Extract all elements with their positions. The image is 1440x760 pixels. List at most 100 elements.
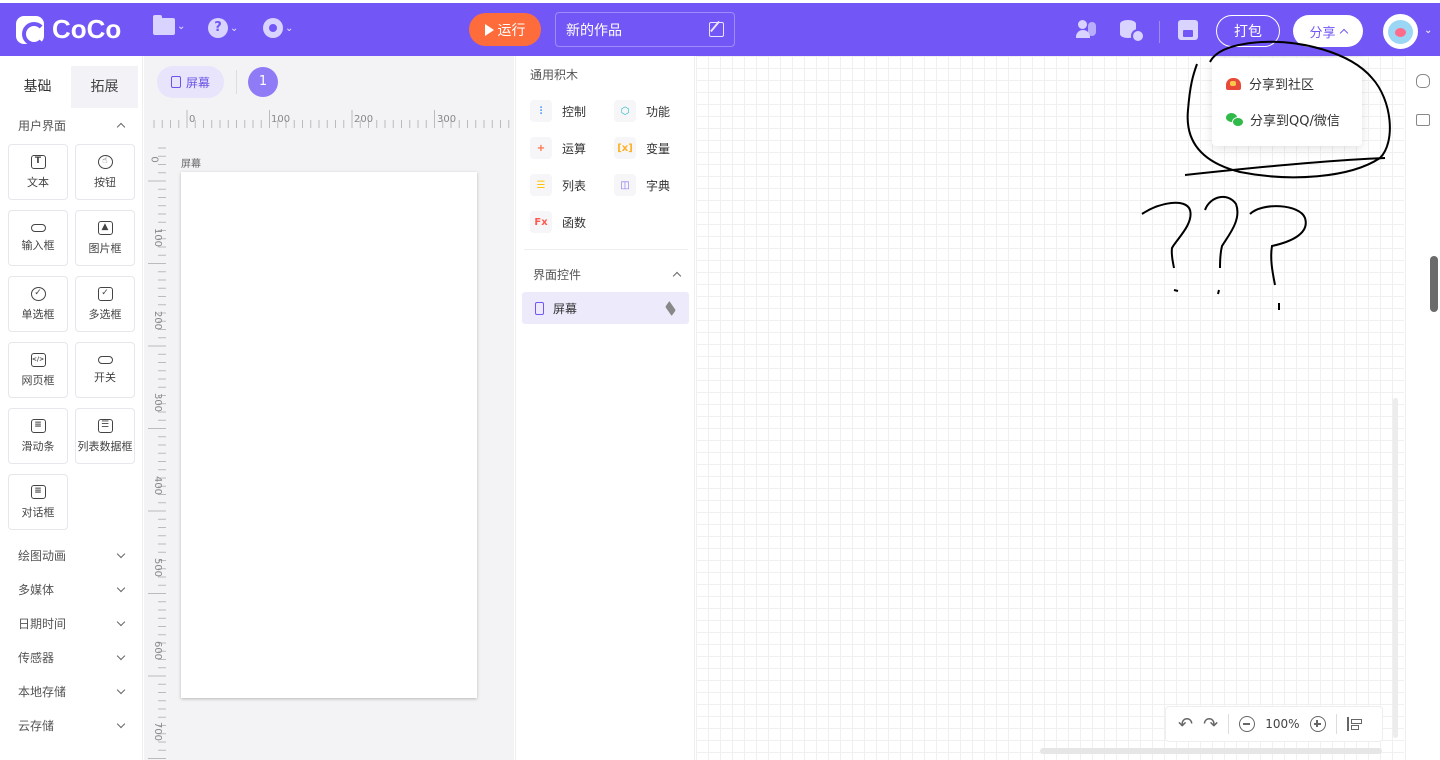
category-datetime[interactable]: 日期时间 xyxy=(0,606,142,640)
project-title: 新的作品 xyxy=(566,22,622,39)
section-ui-header[interactable]: 用户界面 xyxy=(0,108,142,142)
component-checkbox[interactable]: ✓ 多选框 xyxy=(75,276,135,332)
component-input[interactable]: 输入框 xyxy=(8,210,68,266)
ruler-v-label: 300 xyxy=(152,392,164,413)
component-webview[interactable]: </> 网页框 xyxy=(8,342,68,398)
component-image[interactable]: ▲ 图片框 xyxy=(75,210,135,266)
component-text[interactable]: T 文本 xyxy=(8,144,68,200)
block-workspace[interactable] xyxy=(696,56,1404,760)
logo-text: CoCo xyxy=(52,14,122,44)
image-icon: ▲ xyxy=(97,220,113,235)
dict-icon: ◫ xyxy=(614,174,636,196)
category-local-storage[interactable]: 本地存储 xyxy=(0,674,142,708)
share-to-community[interactable]: 分享到社区 xyxy=(1226,74,1314,93)
phone-screen[interactable] xyxy=(181,172,477,698)
component-label: 按钮 xyxy=(94,175,116,189)
save-icon[interactable] xyxy=(1178,20,1200,40)
edit-icon[interactable] xyxy=(709,22,724,37)
block-category-dict[interactable]: ◫ 字典 xyxy=(614,174,670,196)
block-category-operator[interactable]: + 运算 xyxy=(530,137,586,159)
category-drawing[interactable]: 绘图动画 xyxy=(0,538,142,572)
block-category-list[interactable]: ☰ 列表 xyxy=(530,174,586,196)
file-menu-button[interactable]: ⌄ xyxy=(153,15,185,35)
align-icon[interactable] xyxy=(1346,717,1362,731)
avatar[interactable] xyxy=(1383,14,1418,49)
control-screen-item[interactable]: 屏幕 xyxy=(522,292,689,324)
design-canvas: 屏幕 1 0 100 200 300 0 100 200 300 400 500… xyxy=(144,56,514,760)
divider xyxy=(524,249,688,250)
block-label: 列表 xyxy=(562,178,587,193)
slider-icon: ≡ xyxy=(30,418,46,433)
component-label: 文本 xyxy=(27,175,49,189)
category-sensors[interactable]: 传感器 xyxy=(0,640,142,674)
component-switch[interactable]: 开关 xyxy=(75,342,135,398)
help-menu-button[interactable]: ? ⌄ xyxy=(208,18,238,38)
ruler-v-label: 700 xyxy=(152,721,164,742)
divider xyxy=(1228,714,1230,734)
divider xyxy=(236,70,237,94)
settings-menu-button[interactable]: ⌄ xyxy=(263,18,293,38)
ui-controls-header[interactable]: 界面控件 xyxy=(533,266,682,283)
component-button[interactable]: ☝ 按钮 xyxy=(75,144,135,200)
ruler-v-label: 0 xyxy=(148,156,160,163)
share-to-qq-wechat[interactable]: 分享到QQ/微信 xyxy=(1226,110,1340,129)
pack-button[interactable]: 打包 xyxy=(1216,15,1280,47)
category-cloud-storage[interactable]: 云存储 xyxy=(0,708,142,742)
share-button[interactable]: 分享 xyxy=(1293,15,1363,47)
category-media[interactable]: 多媒体 xyxy=(0,572,142,606)
horizontal-scrollbar[interactable] xyxy=(1040,748,1382,754)
logo[interactable]: CoCo xyxy=(16,14,122,46)
share-item-label: 分享到社区 xyxy=(1249,78,1315,93)
ruler-v-label: 400 xyxy=(152,475,164,496)
block-category-fx[interactable]: Fx 函数 xyxy=(530,211,586,233)
chevron-down-icon xyxy=(116,685,126,694)
component-list-data[interactable]: ☰ 列表数据框 xyxy=(75,408,135,464)
coco-logo-icon xyxy=(16,15,46,46)
project-title-field[interactable]: 新的作品 xyxy=(555,12,735,47)
component-radio[interactable]: ✓ 单选框 xyxy=(8,276,68,332)
component-label: 开关 xyxy=(94,370,116,384)
ruler-h-label: 100 xyxy=(271,114,291,125)
zoom-toolbar: ↶ ↷ 100% xyxy=(1165,706,1383,742)
component-label: 对话框 xyxy=(21,505,55,519)
section-ui-label: 用户界面 xyxy=(18,118,67,133)
zoom-out-icon[interactable] xyxy=(1239,716,1256,732)
tab-extension[interactable]: 拓展 xyxy=(71,66,138,108)
variable-icon: [x] xyxy=(614,137,636,159)
horizontal-ruler xyxy=(153,110,510,128)
screen-tab-button[interactable]: 屏幕 xyxy=(157,66,224,98)
collaborators-icon[interactable] xyxy=(1076,20,1098,40)
chevron-up-icon xyxy=(1339,28,1348,38)
component-slider[interactable]: ≡ 滑动条 xyxy=(8,408,68,464)
page-number-badge[interactable]: 1 xyxy=(248,67,278,97)
vertical-scrollbar[interactable] xyxy=(1393,398,1398,738)
block-category-function[interactable]: ⬡ 功能 xyxy=(614,100,670,122)
run-button[interactable]: 运行 xyxy=(469,13,541,46)
category-label: 云存储 xyxy=(18,718,55,733)
screen-label: 屏幕 xyxy=(181,159,201,170)
ruler-v-label: 600 xyxy=(152,640,164,661)
layers-icon[interactable] xyxy=(665,300,676,316)
vertical-ruler xyxy=(148,147,166,759)
chevron-down-icon[interactable]: ⌄ xyxy=(1424,25,1432,36)
storage-box-icon[interactable] xyxy=(1416,114,1430,126)
component-label: 多选框 xyxy=(88,307,122,321)
zoom-in-icon[interactable] xyxy=(1309,716,1326,732)
block-category-control[interactable]: ⫶ 控制 xyxy=(530,100,586,122)
redo-icon[interactable]: ↷ xyxy=(1203,714,1218,735)
dialog-icon: ≡ xyxy=(30,484,46,499)
tab-basic[interactable]: 基础 xyxy=(4,66,71,108)
category-label: 绘图动画 xyxy=(18,548,67,563)
component-dialog[interactable]: ≡ 对话框 xyxy=(8,474,68,530)
database-settings-icon[interactable] xyxy=(1120,20,1145,43)
ruler-v-label: 500 xyxy=(152,557,164,578)
community-icon xyxy=(1226,77,1241,90)
play-icon xyxy=(484,23,494,36)
block-category-variable[interactable]: [x] 变量 xyxy=(614,137,670,159)
fx-icon: Fx xyxy=(530,211,552,233)
bug-icon[interactable] xyxy=(1416,74,1430,88)
rail-scroll-handle[interactable] xyxy=(1430,256,1438,312)
undo-icon[interactable]: ↶ xyxy=(1178,714,1193,735)
chevron-up-icon xyxy=(116,122,126,131)
block-label: 运算 xyxy=(562,141,587,156)
